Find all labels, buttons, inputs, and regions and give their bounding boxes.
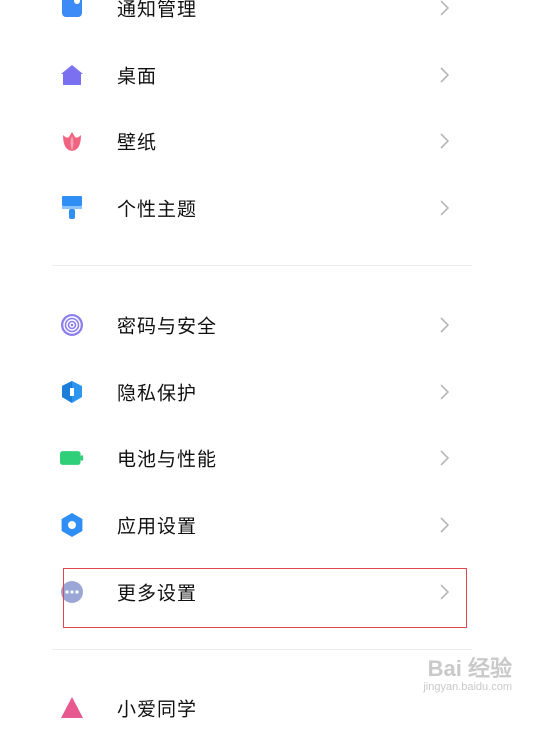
settings-item-xiaoai[interactable]: 小爱同学 (52, 678, 472, 738)
watermark: Bai 经验 jingyan.baidu.com (423, 651, 512, 693)
settings-item-label: 个性主题 (117, 198, 198, 221)
settings-item-wallpaper[interactable]: 壁纸 (52, 111, 472, 171)
settings-screen: 通知管理 桌面 壁纸 个性主题 密码与安全 隐私保护 电池与性能 应用设置 更多… (0, 0, 540, 721)
settings-item-password-security[interactable]: 密码与安全 (52, 295, 472, 355)
watermark-logo-text: Bai 经验 (427, 656, 512, 681)
chevron-right-icon (440, 517, 450, 533)
settings-item-label: 壁纸 (117, 131, 158, 154)
tulip-icon (60, 129, 84, 153)
paintbrush-icon (60, 196, 84, 220)
watermark-url: jingyan.baidu.com (423, 681, 512, 693)
settings-item-battery[interactable]: 电池与性能 (52, 428, 472, 488)
notification-icon (60, 0, 84, 20)
settings-item-notification[interactable]: 通知管理 (52, 0, 472, 38)
gear-icon (60, 513, 84, 537)
settings-item-label: 隐私保护 (117, 382, 198, 405)
settings-item-label: 电池与性能 (117, 448, 218, 471)
chevron-right-icon (440, 0, 450, 16)
shield-icon (60, 380, 84, 404)
chevron-right-icon (440, 450, 450, 466)
settings-item-label: 密码与安全 (117, 315, 218, 338)
settings-item-desktop[interactable]: 桌面 (52, 45, 472, 105)
highlight-box (63, 568, 467, 628)
home-icon (60, 63, 84, 87)
chevron-right-icon (440, 384, 450, 400)
xiaoai-icon (60, 696, 84, 720)
settings-item-label: 桌面 (117, 65, 158, 88)
settings-item-theme[interactable]: 个性主题 (52, 178, 472, 238)
fingerprint-icon (60, 313, 84, 337)
chevron-right-icon (440, 200, 450, 216)
group-divider (52, 649, 472, 650)
battery-icon (60, 446, 84, 470)
settings-item-label: 通知管理 (117, 0, 198, 21)
chevron-right-icon (440, 67, 450, 83)
settings-item-label: 小爱同学 (117, 698, 198, 721)
chevron-right-icon (440, 317, 450, 333)
chevron-right-icon (440, 133, 450, 149)
group-divider (52, 265, 472, 266)
settings-item-app-settings[interactable]: 应用设置 (52, 495, 472, 555)
settings-item-privacy[interactable]: 隐私保护 (52, 362, 472, 422)
settings-item-label: 应用设置 (117, 515, 198, 538)
